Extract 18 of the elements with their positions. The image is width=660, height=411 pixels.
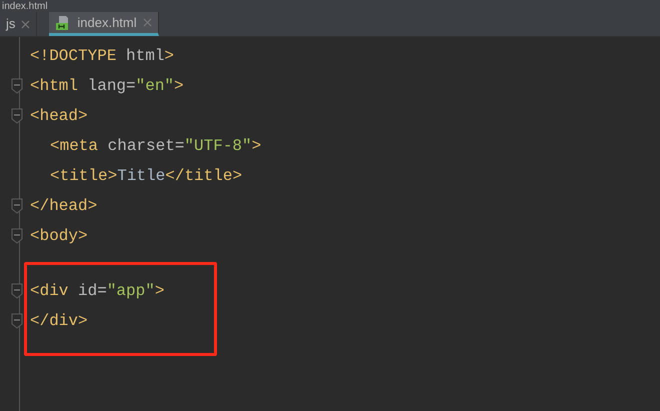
- fold-marker-icon[interactable]: [11, 78, 23, 94]
- code-line: <title>Title</title>: [50, 166, 242, 186]
- fold-marker-icon[interactable]: [11, 313, 23, 329]
- fold-marker-icon[interactable]: [11, 198, 23, 214]
- code-line: <html lang="en">: [30, 76, 184, 96]
- fold-marker-icon[interactable]: [11, 228, 23, 244]
- fold-marker-icon[interactable]: [11, 283, 23, 299]
- code-line: <div id="app">: [30, 281, 164, 301]
- editor-tab[interactable]: index.html: [49, 12, 159, 36]
- code-line: <meta charset="UTF-8">: [50, 136, 262, 156]
- code-line: <!DOCTYPE html>: [30, 46, 174, 66]
- code-line: <head>: [30, 106, 88, 126]
- window-title: index.html: [2, 1, 48, 12]
- code-line: </head>: [30, 196, 98, 216]
- code-line: </div>: [30, 311, 88, 331]
- code-line: <body>: [30, 226, 88, 246]
- fold-marker-icon[interactable]: [11, 108, 23, 124]
- close-icon[interactable]: [21, 20, 30, 28]
